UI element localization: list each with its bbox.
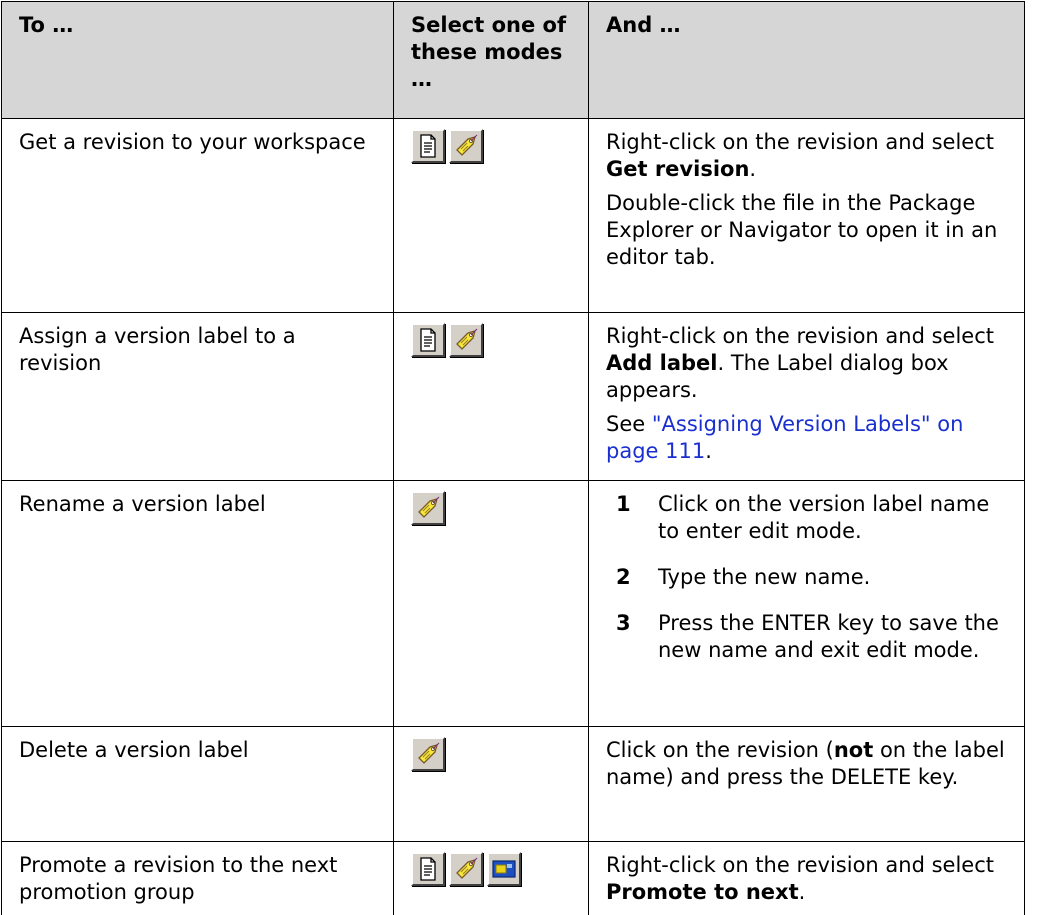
table-row: Promote a revision to the next promotion… xyxy=(2,842,1025,915)
version-label-mode-icon[interactable] xyxy=(411,491,445,525)
step-number: 3 xyxy=(606,610,658,664)
list-item: 3Press the ENTER key to save the new nam… xyxy=(606,610,1012,664)
header-and: And … xyxy=(589,2,1025,119)
list-item: 1Click on the version label name to ente… xyxy=(606,491,1012,545)
version-label-mode-icon[interactable] xyxy=(449,129,483,163)
file-revision-mode-icon[interactable] xyxy=(411,852,445,886)
assigning-version-labels-link[interactable]: "Assigning Version Labels" on page 111 xyxy=(606,412,963,463)
task-cell: Delete a version label xyxy=(2,727,394,842)
task-cell: Promote a revision to the next promotion… xyxy=(2,842,394,915)
modes-cell xyxy=(394,119,589,313)
action-note: Double-click the file in the Package Exp… xyxy=(606,190,1012,271)
emphasis-not: not xyxy=(834,738,873,762)
action-cell: 1Click on the version label name to ente… xyxy=(589,481,1025,727)
action-cell: Right-click on the revision and select P… xyxy=(589,842,1025,915)
file-revision-mode-icon[interactable] xyxy=(411,323,445,357)
task-cell: Get a revision to your workspace xyxy=(2,119,394,313)
table-row: Rename a version label 1Click on the ver… xyxy=(2,481,1025,727)
version-label-mode-icon[interactable] xyxy=(411,737,445,771)
action-text: Right-click on the revision and select A… xyxy=(606,323,1012,404)
action-cell: Right-click on the revision and select G… xyxy=(589,119,1025,313)
cross-reference: See "Assigning Version Labels" on page 1… xyxy=(606,411,1012,465)
menu-command-promote-to-next: Promote to next xyxy=(606,880,799,904)
version-label-mode-icon[interactable] xyxy=(449,323,483,357)
modes-cell xyxy=(394,727,589,842)
header-to: To … xyxy=(2,2,394,119)
step-text: Click on the version label name to enter… xyxy=(658,491,1012,545)
action-text: Right-click on the revision and select P… xyxy=(606,852,1012,906)
revision-tasks-table: To … Select one of these modes … And … G… xyxy=(1,1,1025,915)
header-modes: Select one of these modes … xyxy=(394,2,589,119)
file-revision-mode-icon[interactable] xyxy=(411,129,445,163)
action-text: Click on the revision (not on the label … xyxy=(606,737,1012,791)
table-row: Assign a version label to a revision Rig… xyxy=(2,313,1025,481)
table-row: Delete a version label Click on the revi… xyxy=(2,727,1025,842)
modes-cell xyxy=(394,842,589,915)
action-cell: Right-click on the revision and select A… xyxy=(589,313,1025,481)
action-cell: Click on the revision (not on the label … xyxy=(589,727,1025,842)
menu-command-get-revision: Get revision xyxy=(606,157,749,181)
step-text: Type the new name. xyxy=(658,564,1012,591)
modes-cell xyxy=(394,313,589,481)
step-number: 1 xyxy=(606,491,658,545)
header-row: To … Select one of these modes … And … xyxy=(2,2,1025,119)
step-text: Press the ENTER key to save the new name… xyxy=(658,610,1012,664)
version-label-mode-icon[interactable] xyxy=(449,852,483,886)
promotion-state-mode-icon[interactable] xyxy=(487,852,521,886)
action-text: Right-click on the revision and select G… xyxy=(606,129,1012,183)
list-item: 2Type the new name. xyxy=(606,564,1012,591)
step-number: 2 xyxy=(606,564,658,591)
step-list: 1Click on the version label name to ente… xyxy=(606,491,1012,664)
modes-cell xyxy=(394,481,589,727)
task-cell: Rename a version label xyxy=(2,481,394,727)
table-row: Get a revision to your workspace Right-c… xyxy=(2,119,1025,313)
task-cell: Assign a version label to a revision xyxy=(2,313,394,481)
menu-command-add-label: Add label xyxy=(606,351,717,375)
